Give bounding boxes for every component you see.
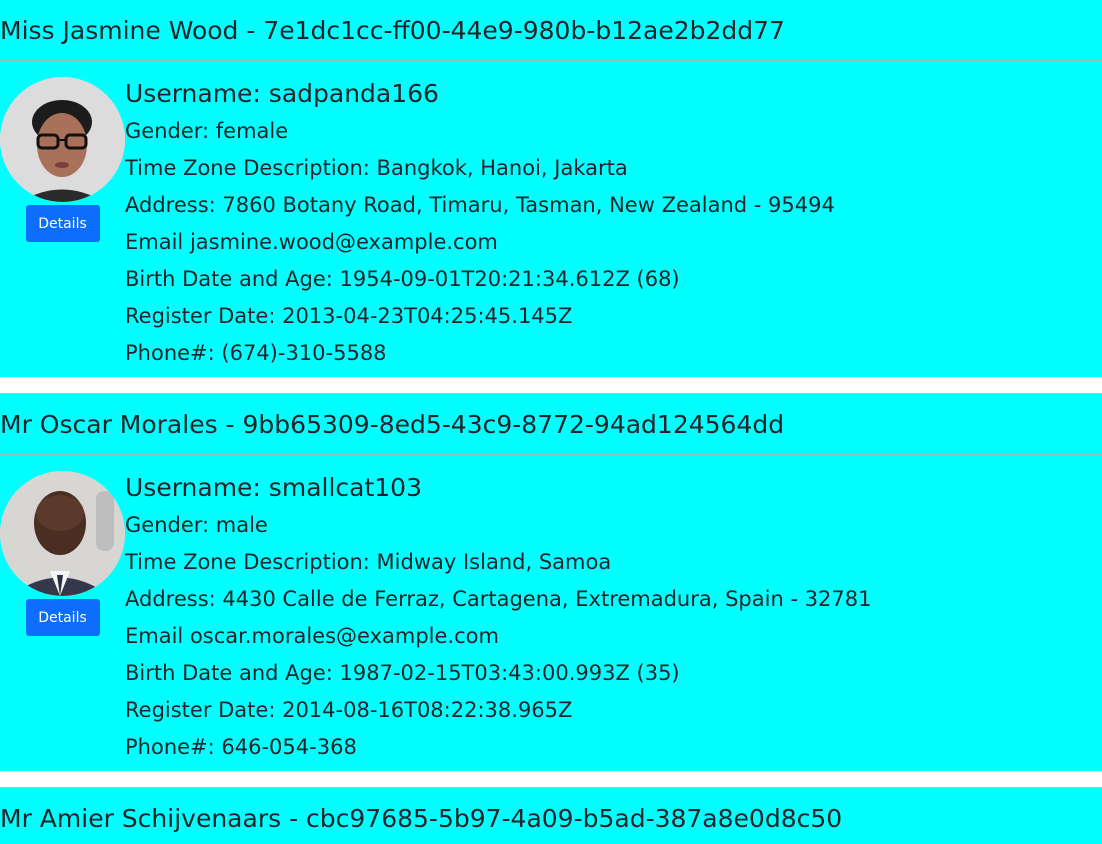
username: Username: smallcat103 bbox=[125, 473, 422, 502]
user-card: Miss Jasmine Wood - 7e1dc1cc-ff00-44e9-9… bbox=[0, 0, 1102, 377]
avatar-column: Details bbox=[0, 471, 125, 771]
avatar bbox=[0, 77, 125, 202]
gender: Gender: female bbox=[125, 119, 289, 143]
user-card: Mr Amier Schijvenaars - cbc97685-5b97-4a… bbox=[0, 787, 1102, 844]
user-info: Username: smallcat103 Gender: male Time … bbox=[125, 471, 872, 771]
user-list: Miss Jasmine Wood - 7e1dc1cc-ff00-44e9-9… bbox=[0, 0, 1102, 844]
phone: Phone#: 646-054-368 bbox=[125, 735, 357, 759]
timezone: Time Zone Description: Bangkok, Hanoi, J… bbox=[125, 156, 628, 180]
birth-date: Birth Date and Age: 1987-02-15T03:43:00.… bbox=[125, 661, 680, 685]
card-gap bbox=[0, 377, 1102, 393]
details-button[interactable]: Details bbox=[25, 205, 100, 242]
timezone: Time Zone Description: Midway Island, Sa… bbox=[125, 550, 612, 574]
avatar-column: Details bbox=[0, 77, 125, 377]
user-card-body: Details Username: smallcat103 Gender: ma… bbox=[0, 455, 1102, 771]
details-button[interactable]: Details bbox=[25, 599, 100, 636]
phone: Phone#: (674)-310-5588 bbox=[125, 341, 387, 365]
address: Address: 7860 Botany Road, Timaru, Tasma… bbox=[125, 193, 835, 217]
birth-date: Birth Date and Age: 1954-09-01T20:21:34.… bbox=[125, 267, 680, 291]
email: Email oscar.morales@example.com bbox=[125, 624, 499, 648]
user-card: Mr Oscar Morales - 9bb65309-8ed5-43c9-87… bbox=[0, 393, 1102, 771]
avatar-photo bbox=[0, 471, 125, 596]
email: Email jasmine.wood@example.com bbox=[125, 230, 498, 254]
card-gap bbox=[0, 771, 1102, 787]
user-card-header: Miss Jasmine Wood - 7e1dc1cc-ff00-44e9-9… bbox=[0, 0, 1102, 61]
register-date: Register Date: 2013-04-23T04:25:45.145Z bbox=[125, 304, 573, 328]
register-date: Register Date: 2014-08-16T08:22:38.965Z bbox=[125, 698, 573, 722]
avatar-photo bbox=[0, 77, 125, 202]
user-card-header: Mr Oscar Morales - 9bb65309-8ed5-43c9-87… bbox=[0, 394, 1102, 455]
address: Address: 4430 Calle de Ferraz, Cartagena… bbox=[125, 587, 872, 611]
user-card-header: Mr Amier Schijvenaars - cbc97685-5b97-4a… bbox=[0, 788, 1102, 844]
username: Username: sadpanda166 bbox=[125, 79, 439, 108]
user-info: Username: sadpanda166 Gender: female Tim… bbox=[125, 77, 835, 377]
user-card-body: Details Username: sadpanda166 Gender: fe… bbox=[0, 61, 1102, 377]
gender: Gender: male bbox=[125, 513, 268, 537]
avatar bbox=[0, 471, 125, 596]
